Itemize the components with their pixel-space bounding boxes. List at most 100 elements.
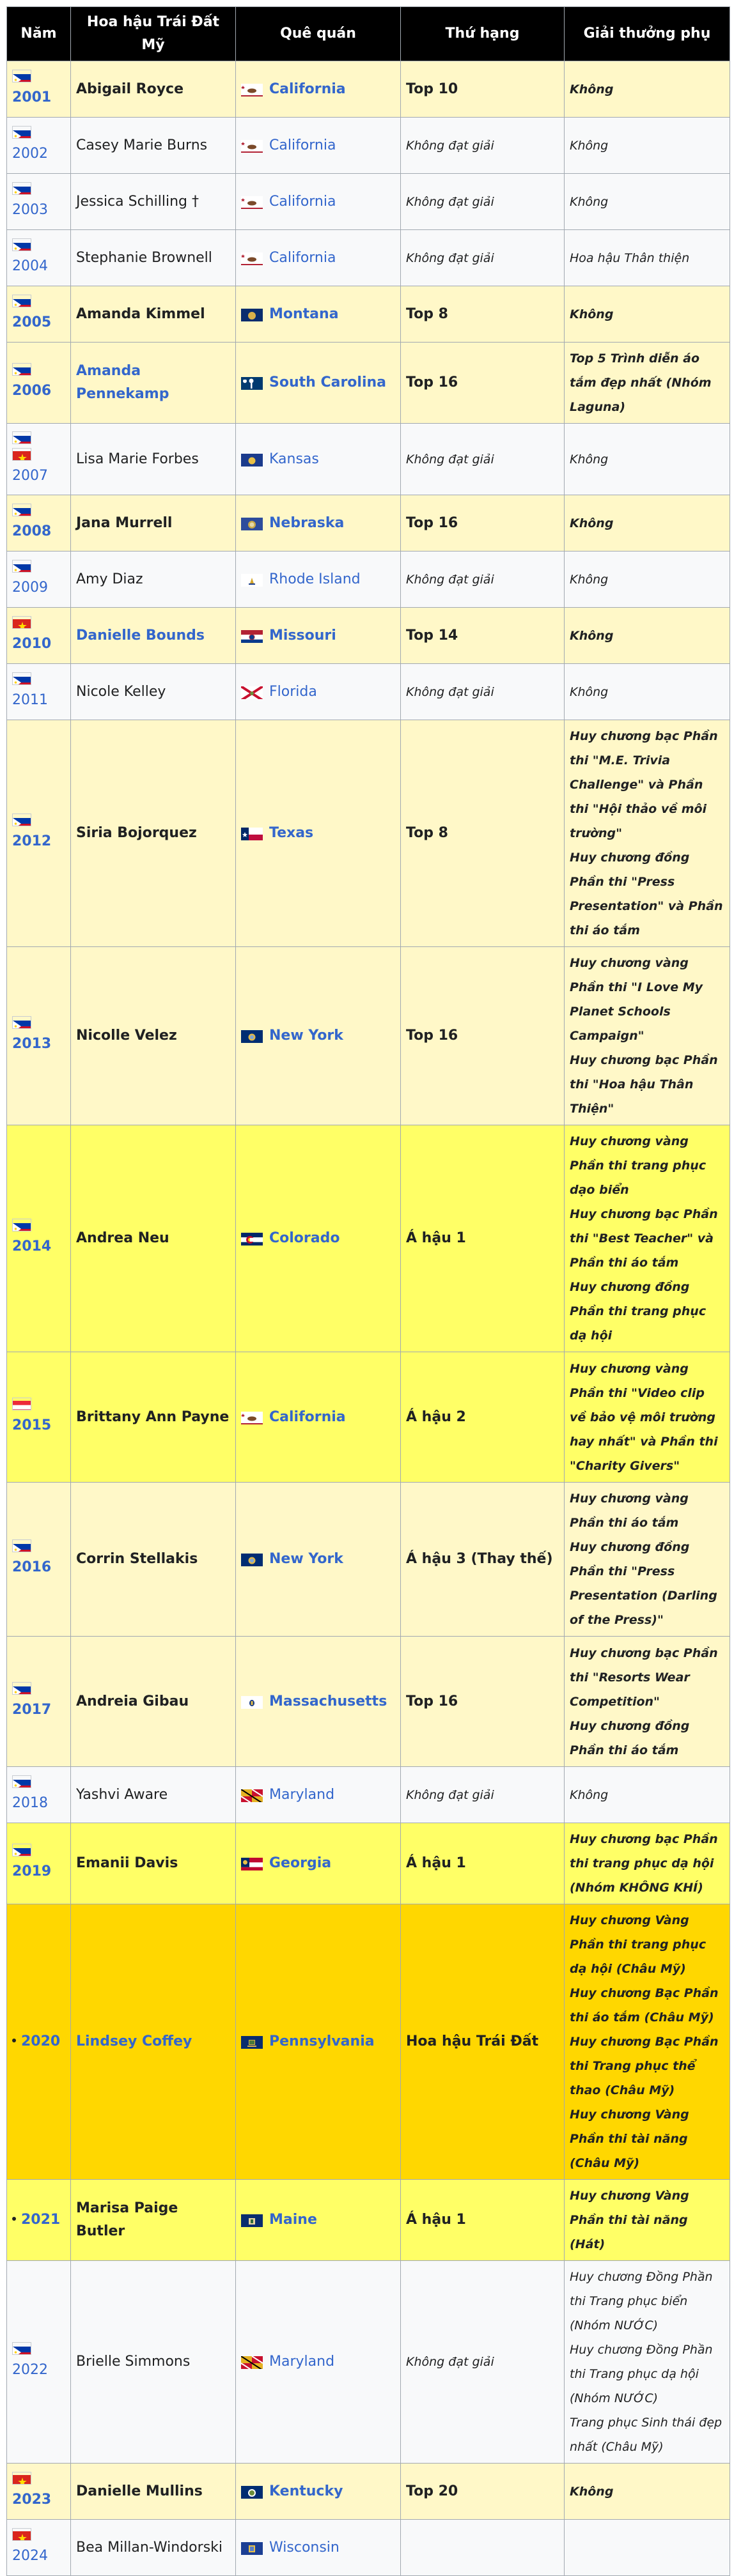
contestant-name: Andrea Neu bbox=[76, 1230, 169, 1246]
state-link[interactable]: Colorado bbox=[269, 1227, 340, 1250]
state-link[interactable]: Florida bbox=[269, 681, 317, 704]
year-link[interactable]: 2022 bbox=[12, 2362, 48, 2378]
year-cell: 2013 bbox=[6, 946, 71, 1125]
state-link[interactable]: California bbox=[269, 134, 336, 157]
contestant-name-link[interactable]: Lindsey Coffey bbox=[76, 2030, 230, 2053]
state-link[interactable]: California bbox=[269, 190, 336, 213]
kansas-flag-icon bbox=[241, 452, 263, 467]
placement: Á hậu 3 (Thay thế) bbox=[406, 1551, 553, 1567]
table-row: 2001 Abigail Royce California Top 10 Không bbox=[6, 61, 730, 118]
year-link[interactable]: 2009 bbox=[12, 580, 48, 596]
year-cell: 2019 bbox=[6, 1823, 71, 1904]
placement-cell: Á hậu 1 bbox=[400, 2179, 565, 2261]
placement: Á hậu 1 bbox=[406, 2212, 466, 2228]
year-link[interactable]: 2004 bbox=[12, 258, 48, 274]
placement: Top 16 bbox=[406, 514, 458, 531]
year-link[interactable]: 2002 bbox=[12, 146, 48, 162]
state-link[interactable]: Maryland bbox=[269, 2350, 334, 2373]
state-link[interactable]: California bbox=[269, 1406, 346, 1429]
table-row: 2010 Danielle Bounds Missouri Top 14 Không bbox=[6, 607, 730, 664]
state-link[interactable]: New York bbox=[269, 1548, 343, 1571]
contestant-name: Amy Diaz bbox=[76, 571, 143, 587]
state-link[interactable]: Missouri bbox=[269, 624, 336, 647]
special-award: Huy chương đồng Phần thi "Press Presenta… bbox=[570, 851, 723, 937]
year-cell: 2006 bbox=[6, 342, 71, 424]
year-link[interactable]: 2018 bbox=[12, 1795, 48, 1811]
state-link[interactable]: Pennsylvania bbox=[269, 2030, 375, 2053]
massachusetts-flag-icon bbox=[241, 1695, 263, 1709]
special-awards-cell: Không bbox=[564, 607, 730, 664]
year-link[interactable]: 2007 bbox=[12, 468, 48, 484]
placement-cell: Không đạt giải bbox=[400, 173, 565, 230]
year-link[interactable]: 2017 bbox=[12, 1702, 51, 1718]
year-link[interactable]: 2010 bbox=[12, 636, 51, 652]
year-cell: 2002 bbox=[6, 117, 71, 174]
special-award: Huy chương bạc Phần thi "M.E. Trivia Cha… bbox=[570, 729, 718, 840]
california-flag-icon bbox=[241, 251, 263, 265]
bullet-icon bbox=[12, 2039, 16, 2042]
placement-cell: Top 16 bbox=[400, 495, 565, 551]
year-link[interactable]: 2005 bbox=[12, 314, 51, 330]
year-link[interactable]: 2015 bbox=[12, 1417, 51, 1433]
year-link[interactable]: 2023 bbox=[12, 2492, 51, 2508]
year-link[interactable]: 2024 bbox=[12, 2548, 48, 2564]
state-link[interactable]: Maryland bbox=[269, 1784, 334, 1807]
year-link[interactable]: 2016 bbox=[12, 1559, 51, 1575]
contestant-name: Yashvi Aware bbox=[76, 1786, 168, 1803]
state-link[interactable]: California bbox=[269, 78, 346, 101]
year-link[interactable]: 2001 bbox=[12, 89, 51, 105]
placement-cell: Không đạt giải bbox=[400, 423, 565, 495]
year-link[interactable]: 2008 bbox=[12, 523, 51, 539]
special-awards-cell: Huy chương bạc Phần thi "Resorts Wear Co… bbox=[564, 1636, 730, 1767]
state-link[interactable]: South Carolina bbox=[269, 371, 386, 394]
state-link[interactable]: Maine bbox=[269, 2209, 317, 2232]
header-year[interactable]: Năm bbox=[6, 6, 71, 61]
state-link[interactable]: Kansas bbox=[269, 448, 319, 471]
header-name[interactable]: Hoa hậu Trái Đất Mỹ bbox=[70, 6, 236, 61]
state-link[interactable]: Rhode Island bbox=[269, 568, 361, 591]
special-awards-cell: Không bbox=[564, 551, 730, 608]
special-award: Huy chương Vàng Phần thi tài năng (Châu … bbox=[570, 2108, 689, 2170]
state-link[interactable]: Georgia bbox=[269, 1852, 331, 1875]
state-link[interactable]: Montana bbox=[269, 303, 339, 326]
year-link[interactable]: 2003 bbox=[12, 202, 48, 218]
state-link[interactable]: Kentucky bbox=[269, 2480, 343, 2503]
placement-cell: Hoa hậu Trái Đất bbox=[400, 1904, 565, 2180]
year-link[interactable]: 2020 bbox=[21, 2030, 60, 2053]
year-cell: 2017 bbox=[6, 1636, 71, 1767]
state-link[interactable]: Texas bbox=[269, 822, 313, 845]
header-placement[interactable]: Thứ hạng bbox=[400, 6, 565, 61]
header-special-awards[interactable]: Giải thưởng phụ bbox=[564, 6, 730, 61]
year-line: 2021 bbox=[12, 2209, 65, 2232]
year-link[interactable]: 2019 bbox=[12, 1863, 51, 1879]
contestant-name-link[interactable]: Amanda Pennekamp bbox=[76, 360, 230, 406]
year-link[interactable]: 2006 bbox=[12, 383, 51, 399]
contestant-name-link[interactable]: Danielle Bounds bbox=[76, 624, 230, 647]
placement: Á hậu 2 bbox=[406, 1408, 466, 1425]
table-row: 2012 Siria Bojorquez Texas Top 8 Huy chương … bbox=[6, 720, 730, 947]
hometown-cell: California bbox=[235, 1352, 401, 1483]
placement-cell: Top 20 bbox=[400, 2463, 565, 2520]
year-link[interactable]: 2011 bbox=[12, 692, 48, 708]
year-link[interactable]: 2021 bbox=[21, 2209, 60, 2232]
year-link[interactable]: 2012 bbox=[12, 833, 51, 849]
placement-cell: Không đạt giải bbox=[400, 117, 565, 174]
header-hometown[interactable]: Quê quán bbox=[235, 6, 401, 61]
special-award: Huy chương Đồng Phần thi Trang phục biển… bbox=[570, 2270, 713, 2333]
special-awards-cell: Không bbox=[564, 663, 730, 720]
state-link[interactable]: California bbox=[269, 247, 336, 270]
contestant-name: Marisa Paige Butler bbox=[76, 2200, 178, 2239]
state-link[interactable]: New York bbox=[269, 1024, 343, 1047]
state-link[interactable]: Massachusetts bbox=[269, 1690, 387, 1713]
year-link[interactable]: 2013 bbox=[12, 1036, 51, 1052]
contestant-name: Brittany Ann Payne bbox=[76, 1408, 230, 1425]
hometown: Georgia bbox=[241, 1852, 395, 1875]
placement: Top 20 bbox=[406, 2483, 458, 2499]
state-link[interactable]: Wisconsin bbox=[269, 2536, 340, 2559]
state-link[interactable]: Nebraska bbox=[269, 512, 344, 535]
special-award: Không bbox=[570, 572, 609, 587]
placement-cell: Á hậu 3 (Thay thế) bbox=[400, 1482, 565, 1637]
hometown-cell: Kansas bbox=[235, 423, 401, 495]
special-award: Huy chương Vàng Phần thi tài năng (Hát) bbox=[570, 2189, 689, 2251]
year-link[interactable]: 2014 bbox=[12, 1238, 51, 1254]
